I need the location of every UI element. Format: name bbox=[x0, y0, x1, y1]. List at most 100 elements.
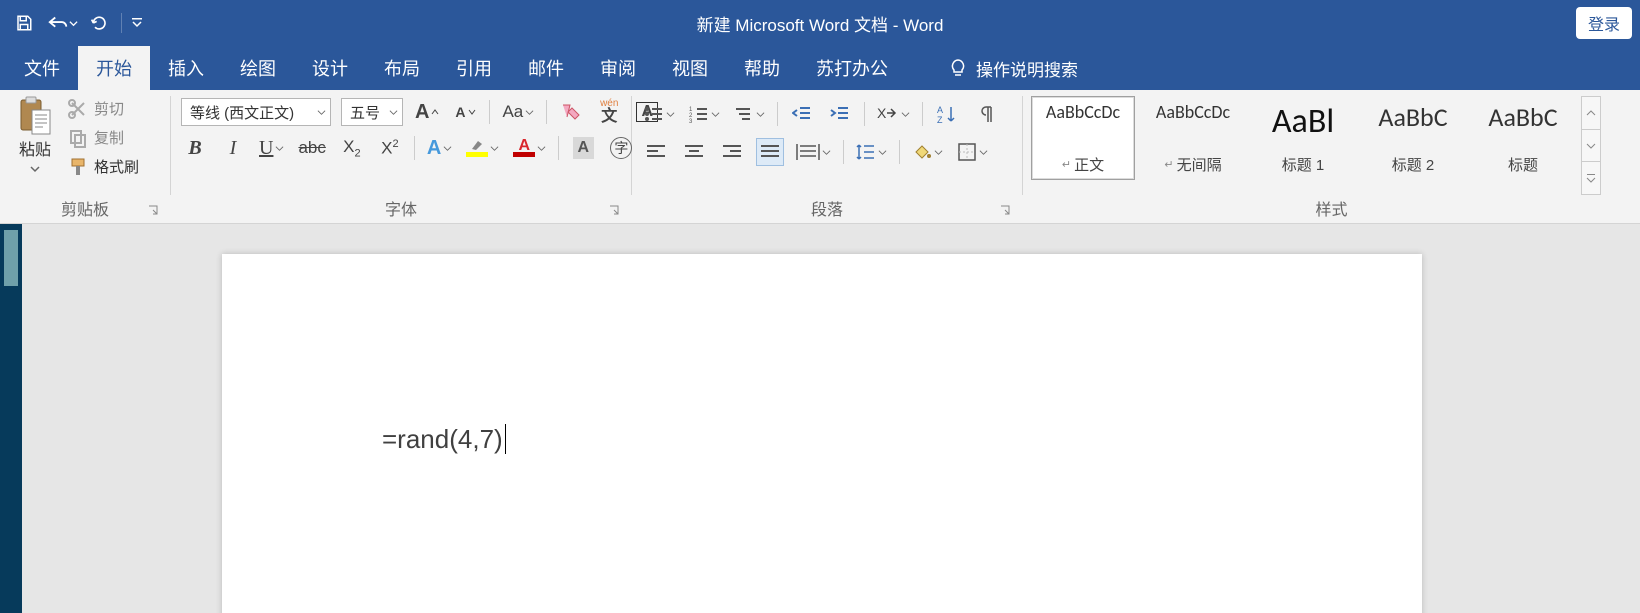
borders-button[interactable] bbox=[955, 138, 990, 166]
align-distributed-button[interactable] bbox=[794, 138, 833, 166]
shading-button[interactable] bbox=[910, 138, 945, 166]
tab-文件[interactable]: 文件 bbox=[6, 46, 78, 90]
strikethrough-button[interactable]: abc bbox=[296, 134, 327, 162]
align-left-icon bbox=[646, 144, 666, 160]
tell-me-search[interactable]: 操作说明搜索 bbox=[932, 46, 1094, 90]
highlight-button[interactable] bbox=[464, 134, 501, 162]
tab-苏打办公[interactable]: 苏打办公 bbox=[798, 46, 906, 90]
document-area: =rand(4,7) bbox=[0, 224, 1640, 613]
style-标题[interactable]: AaBbC标题 bbox=[1471, 96, 1575, 180]
align-distributed-icon bbox=[796, 143, 820, 161]
styles-scroll-down[interactable] bbox=[1582, 129, 1600, 162]
align-center-button[interactable] bbox=[680, 138, 708, 166]
scissors-icon bbox=[68, 99, 88, 119]
change-case-button[interactable]: Aa bbox=[500, 98, 536, 126]
line-spacing-button[interactable] bbox=[854, 138, 889, 166]
align-right-icon bbox=[722, 144, 742, 160]
tab-审阅[interactable]: 审阅 bbox=[582, 46, 654, 90]
tab-视图[interactable]: 视图 bbox=[654, 46, 726, 90]
line-spacing-icon bbox=[856, 142, 876, 162]
numbering-button[interactable]: 123 bbox=[687, 100, 722, 128]
underline-button[interactable]: U bbox=[257, 134, 286, 162]
sort-icon: AZ bbox=[937, 104, 957, 124]
multilevel-list-button[interactable] bbox=[732, 100, 767, 128]
style-标题 1[interactable]: AaBl标题 1 bbox=[1251, 96, 1355, 180]
ribbon-tabs: 文件开始插入绘图设计布局引用邮件审阅视图帮助苏打办公操作说明搜索 bbox=[0, 46, 1640, 90]
decrease-indent-button[interactable] bbox=[788, 100, 816, 128]
sort-button[interactable]: AZ bbox=[933, 100, 961, 128]
paragraph-launcher[interactable] bbox=[996, 201, 1014, 219]
group-paragraph: 123 X AZ bbox=[632, 90, 1022, 223]
tab-引用[interactable]: 引用 bbox=[438, 46, 510, 90]
cut-button[interactable]: 剪切 bbox=[64, 96, 143, 121]
styles-expand[interactable] bbox=[1582, 161, 1600, 194]
group-clipboard: 粘贴 剪切 复制 格式刷 剪贴板 bbox=[0, 90, 170, 223]
format-painter-button[interactable]: 格式刷 bbox=[64, 154, 143, 179]
tab-设计[interactable]: 设计 bbox=[294, 46, 366, 90]
italic-button[interactable]: I bbox=[219, 134, 247, 162]
align-right-button[interactable] bbox=[718, 138, 746, 166]
tab-绘图[interactable]: 绘图 bbox=[222, 46, 294, 90]
window-title: 新建 Microsoft Word 文档 - Word bbox=[697, 11, 944, 36]
bullets-button[interactable] bbox=[642, 100, 677, 128]
subscript-button[interactable]: X2 bbox=[338, 134, 366, 162]
align-justify-button[interactable] bbox=[756, 138, 784, 166]
redo-button[interactable] bbox=[84, 8, 116, 38]
qat-customize-button[interactable] bbox=[127, 8, 147, 38]
tab-帮助[interactable]: 帮助 bbox=[726, 46, 798, 90]
styles-gallery-scroll bbox=[1581, 96, 1601, 195]
font-color-icon: A bbox=[513, 139, 535, 157]
text-cursor bbox=[505, 424, 506, 454]
phonetic-guide-button[interactable]: wén文 bbox=[595, 98, 623, 126]
clear-formatting-button[interactable] bbox=[557, 98, 585, 126]
qat-separator bbox=[121, 13, 122, 33]
save-button[interactable] bbox=[8, 8, 40, 38]
style-无间隔[interactable]: AaBbCcDc↵无间隔 bbox=[1141, 96, 1245, 180]
vertical-ruler[interactable] bbox=[0, 224, 22, 613]
page-scroll[interactable]: =rand(4,7) bbox=[22, 224, 1640, 613]
character-shading-button[interactable]: A bbox=[569, 134, 597, 162]
paste-button[interactable]: 粘贴 bbox=[6, 94, 64, 178]
quick-access-toolbar bbox=[8, 8, 147, 38]
cut-label: 剪切 bbox=[94, 98, 124, 119]
grow-font-button[interactable]: A bbox=[413, 98, 441, 126]
tab-邮件[interactable]: 邮件 bbox=[510, 46, 582, 90]
font-launcher[interactable] bbox=[605, 201, 623, 219]
clipboard-launcher[interactable] bbox=[144, 201, 162, 219]
font-size-value: 五号 bbox=[350, 102, 380, 123]
style-正文[interactable]: AaBbCcDc↵正文 bbox=[1031, 96, 1135, 180]
styles-scroll-up[interactable] bbox=[1582, 97, 1600, 129]
text-direction-button[interactable]: X bbox=[875, 100, 912, 128]
text-direction-icon: X bbox=[877, 105, 899, 123]
sign-in-button[interactable]: 登录 bbox=[1576, 7, 1632, 39]
superscript-button[interactable]: X2 bbox=[376, 134, 404, 162]
tab-开始[interactable]: 开始 bbox=[78, 46, 150, 90]
tab-布局[interactable]: 布局 bbox=[366, 46, 438, 90]
align-left-button[interactable] bbox=[642, 138, 670, 166]
tab-插入[interactable]: 插入 bbox=[150, 46, 222, 90]
multilevel-icon bbox=[734, 105, 754, 123]
page[interactable]: =rand(4,7) bbox=[222, 254, 1422, 613]
font-group-label: 字体 bbox=[385, 196, 417, 220]
styles-group-label: 样式 bbox=[1315, 196, 1347, 220]
undo-dropdown-icon[interactable] bbox=[69, 19, 78, 28]
highlight-icon bbox=[466, 139, 488, 157]
copy-button[interactable]: 复制 bbox=[64, 125, 143, 150]
enclose-icon: 字 bbox=[610, 137, 632, 159]
paste-dropdown-icon[interactable] bbox=[30, 160, 40, 178]
bold-button[interactable]: B bbox=[181, 134, 209, 162]
shrink-font-button[interactable]: A bbox=[451, 98, 479, 126]
font-name-combo[interactable]: 等线 (西文正文) bbox=[181, 98, 331, 126]
style-标题 2[interactable]: AaBbC标题 2 bbox=[1361, 96, 1465, 180]
document-body-text[interactable]: =rand(4,7) bbox=[382, 424, 503, 454]
show-marks-button[interactable] bbox=[971, 100, 999, 128]
title-bar: 新建 Microsoft Word 文档 - Word 登录 bbox=[0, 0, 1640, 46]
increase-indent-button[interactable] bbox=[826, 100, 854, 128]
font-size-combo[interactable]: 五号 bbox=[341, 98, 403, 126]
text-effects-button[interactable]: A bbox=[425, 134, 454, 162]
clipboard-group-label: 剪贴板 bbox=[61, 196, 109, 220]
paste-label: 粘贴 bbox=[19, 142, 51, 159]
font-color-button[interactable]: A bbox=[511, 134, 548, 162]
outdent-icon bbox=[792, 105, 812, 123]
undo-button[interactable] bbox=[42, 8, 82, 38]
